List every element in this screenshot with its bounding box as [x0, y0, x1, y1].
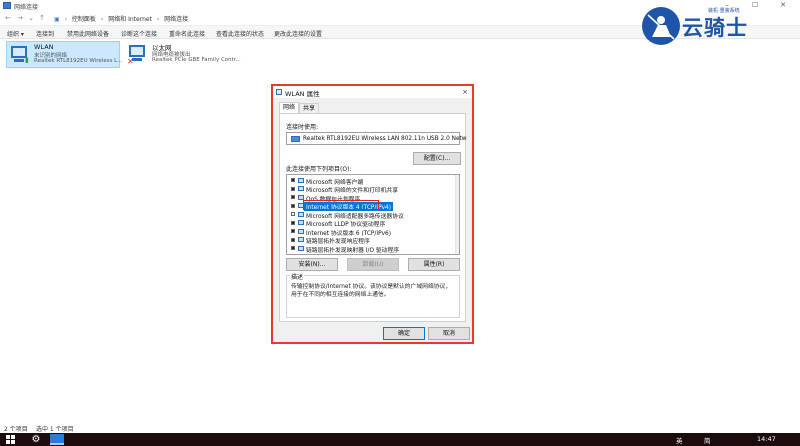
protocol-icon — [298, 245, 304, 251]
list-item[interactable]: 链路层拓扑发现映射器 I/O 驱动程序 — [287, 244, 449, 254]
network-client-icon — [298, 177, 304, 183]
protocol-icon — [298, 220, 304, 225]
adapter-name: Realtek RTL8192EU Wireless LAN 802.11n U… — [303, 136, 467, 142]
back-icon[interactable]: ← — [3, 13, 13, 23]
knight-logo-icon — [642, 7, 680, 45]
list-item[interactable]: Microsoft 网络适配器多路传送器协议 — [287, 210, 449, 220]
checkbox[interactable] — [291, 186, 295, 191]
connect-to-button[interactable]: 连接到 — [36, 29, 54, 38]
protocol-icon — [298, 211, 304, 217]
connection-device: Realtek RTL8192EU Wireless L... — [34, 58, 123, 64]
watermark-text: 云骑士 — [682, 16, 748, 40]
dialog-close-button[interactable]: × — [459, 86, 471, 98]
network-folder-icon — [3, 2, 11, 9]
breadcrumb-item-network-connections[interactable]: 网络连接 — [164, 16, 188, 23]
checkbox[interactable] — [291, 212, 295, 216]
item-count: 2 个项目 — [4, 426, 28, 433]
rename-button[interactable]: 重命名此连接 — [169, 29, 205, 38]
checkbox[interactable] — [291, 203, 295, 208]
list-item[interactable]: 链路层拓扑发现响应程序 — [287, 236, 449, 245]
protocol-icon — [298, 237, 304, 242]
checkbox[interactable] — [291, 237, 295, 242]
breadcrumb-item-network-internet[interactable]: 网络和 Internet — [108, 16, 152, 23]
connection-name: WLAN — [34, 43, 54, 51]
items-label: 此连接使用下列项目(O): — [286, 166, 352, 173]
view-status-button[interactable]: 查看此连接的状态 — [216, 29, 264, 38]
connect-using-label: 连接时使用: — [286, 124, 319, 131]
ethernet-adapter-icon — [129, 45, 145, 57]
checkbox[interactable] — [291, 229, 295, 233]
checkbox[interactable] — [291, 220, 295, 225]
list-item[interactable]: Microsoft 网络的文件和打印机共享 — [287, 185, 449, 194]
window-title: 网络连接 — [14, 4, 39, 11]
list-scrollbar[interactable] — [455, 175, 459, 254]
ime-language[interactable]: 英 — [676, 435, 683, 445]
network-folder-icon: ▣ — [54, 16, 60, 23]
checkbox[interactable] — [291, 178, 295, 182]
signal-bars-icon: ▮ — [25, 56, 29, 64]
diagnose-button[interactable]: 诊断这个连接 — [121, 29, 157, 38]
disconnected-x-icon: ✕ — [127, 57, 134, 66]
network-tab-panel: 连接时使用: Realtek RTL8192EU Wireless LAN 80… — [279, 113, 467, 322]
description-group: 描述 传输控制协议/Internet 协议。该协议是默认的广域网络协议，用于在不… — [286, 272, 460, 318]
checkbox[interactable] — [291, 246, 295, 250]
watermark: 装机·重装系统 云骑士 — [642, 4, 792, 46]
protocol-icon — [298, 228, 304, 234]
organize-menu[interactable]: 组织 ▾ — [7, 29, 24, 38]
network-adapter-icon — [276, 89, 282, 95]
breadcrumb[interactable]: ▣ › 控制面板 › 网络和 Internet › 网络连接 — [54, 14, 188, 23]
configure-button[interactable]: 配置(C)... — [413, 152, 461, 165]
list-item[interactable]: Microsoft 网络客户端 — [287, 176, 449, 186]
dialog-title: WLAN 属性 — [285, 90, 320, 98]
ime-mode[interactable]: 简 — [704, 435, 711, 445]
description-text: 传输控制协议/Internet 协议。该协议是默认的广域网络协议，用于在不同的相… — [291, 284, 452, 298]
taskbar: ⚙ 英 简 14:47 — [0, 433, 800, 446]
list-item[interactable]: Internet 协议版本 6 (TCP/IPv6) — [287, 227, 449, 237]
qos-icon — [298, 194, 304, 200]
selected-count: 选中 1 个项目 — [36, 426, 74, 433]
ok-button[interactable]: 确定 — [383, 327, 425, 340]
network-connections-taskbar-icon[interactable] — [50, 434, 64, 445]
up-icon[interactable]: ↑ — [37, 13, 47, 23]
chevron-down-icon[interactable]: ⌄ — [26, 13, 36, 23]
install-button[interactable]: 安装(N)... — [286, 258, 338, 271]
list-item[interactable]: Microsoft LLDP 协议驱动程序 — [287, 219, 449, 228]
list-item-label: 链路层拓扑发现映射器 I/O 驱动程序 — [306, 247, 400, 254]
gear-icon[interactable]: ⚙ — [29, 434, 43, 445]
file-share-icon — [298, 186, 304, 191]
checkbox[interactable] — [291, 195, 295, 199]
dialog-titlebar: WLAN 属性 × — [273, 86, 472, 98]
clock[interactable]: 14:47 — [757, 435, 776, 443]
breadcrumb-item-control-panel[interactable]: 控制面板 — [72, 16, 96, 23]
properties-button[interactable]: 属性(R) — [408, 258, 460, 271]
description-label: 描述 — [290, 272, 305, 281]
wlan-properties-dialog: WLAN 属性 × 网络 共享 连接时使用: Realtek RTL8192EU… — [271, 84, 474, 344]
windows-start-icon[interactable] — [6, 435, 16, 444]
cancel-button[interactable]: 取消 — [428, 327, 470, 340]
change-settings-button[interactable]: 更改此连接的设置 — [274, 29, 322, 38]
connection-device: Realtek PCIe GBE Family Contr... — [152, 57, 241, 63]
connection-ethernet[interactable]: ✕ 以太网 网络电缆被拔出 Realtek PCIe GBE Family Co… — [125, 41, 245, 68]
network-card-icon — [291, 136, 300, 142]
connection-wlan[interactable]: ▮ WLAN 未识别的网络 Realtek RTL8192EU Wireless… — [6, 41, 123, 68]
status-bar: 2 个项目 选中 1 个项目 — [0, 421, 800, 433]
components-list: Microsoft 网络客户端 Microsoft 网络的文件和打印机共享 Qo… — [286, 174, 460, 255]
disable-device-button[interactable]: 禁用此网络设备 — [67, 29, 109, 38]
highlight-annotation — [303, 200, 379, 210]
monitor-stand-icon — [14, 59, 24, 62]
uninstall-button[interactable]: 卸载(U) — [347, 258, 399, 271]
adapter-field: Realtek RTL8192EU Wireless LAN 802.11n U… — [286, 132, 467, 145]
forward-icon[interactable]: → — [15, 13, 25, 23]
